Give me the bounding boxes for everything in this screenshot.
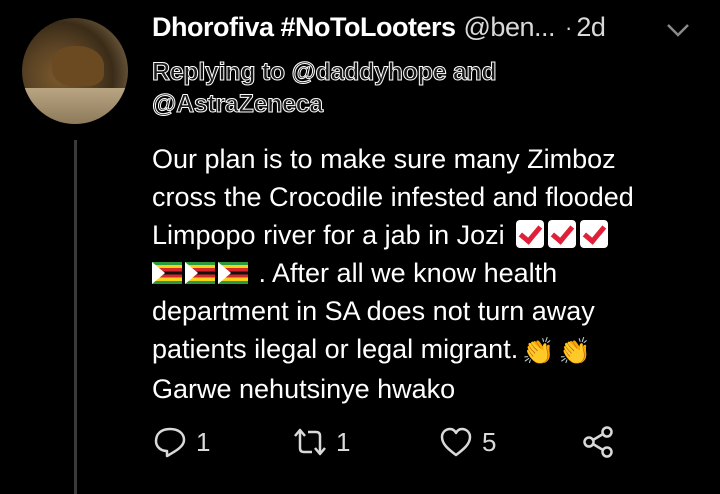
heart-icon [440,427,472,457]
body-line-3: Limpopo river for a jab in Jozi [152,216,712,254]
replying-to: Replying to @daddyhope and @AstraZeneca [151,56,497,120]
body-line-3-text: Limpopo river for a jab in Jozi [152,220,505,250]
thread-line [74,140,77,494]
zimbabwe-flag-icon [152,262,182,284]
clapping-hands-icon: 👏 [558,336,591,366]
retweet-button[interactable]: 1 [292,424,350,460]
reply-button[interactable]: 1 [152,424,210,460]
body-line-2: cross the Crocodile infested and flooded [152,182,634,212]
body-line-5: department in SA does not turn away [152,296,595,326]
check-mark-icon [580,220,609,248]
replying-to-line-2[interactable]: @AstraZeneca [151,88,496,120]
replying-to-line-1[interactable]: Replying to @daddyhope and [151,56,497,88]
reply-icon [154,427,186,458]
body-line-4-text: . After all we know health [258,258,558,288]
retweet-count: 1 [336,426,351,457]
body-line-1: Our plan is to make sure many Zimboz [152,144,616,174]
share-icon [583,426,613,458]
separator-dot: · [564,14,573,40]
body-line-4: . After all we know health [152,254,712,292]
like-button[interactable]: 5 [438,424,496,460]
body-line-6: patients ilegal or legal migrant. 👏 👏 [152,330,712,370]
tweet-body: Our plan is to make sure many Zimboz cro… [152,140,712,408]
share-button[interactable] [580,424,616,460]
check-mark-icon [516,220,545,248]
timestamp[interactable]: 2d [576,12,606,43]
display-name[interactable]: Dhorofiva #NoToLooters [152,12,456,43]
zimbabwe-flag-icon [218,262,248,284]
retweet-icon [294,428,326,456]
like-count: 5 [482,426,497,457]
zimbabwe-flag-icon [185,262,215,284]
clapping-hands-icon: 👏 [522,336,555,366]
handle[interactable]: @ben... [464,12,556,43]
check-mark-icon [548,220,577,248]
chevron-down-icon[interactable] [664,20,692,40]
reply-count: 1 [196,426,211,457]
avatar[interactable] [22,18,128,124]
body-line-7: Garwe nehutsinye hwako [152,374,456,404]
body-line-6-text: patients ilegal or legal migrant. [152,334,519,364]
tweet-header: Dhorofiva #NoToLooters @ben... · 2d [152,12,606,43]
